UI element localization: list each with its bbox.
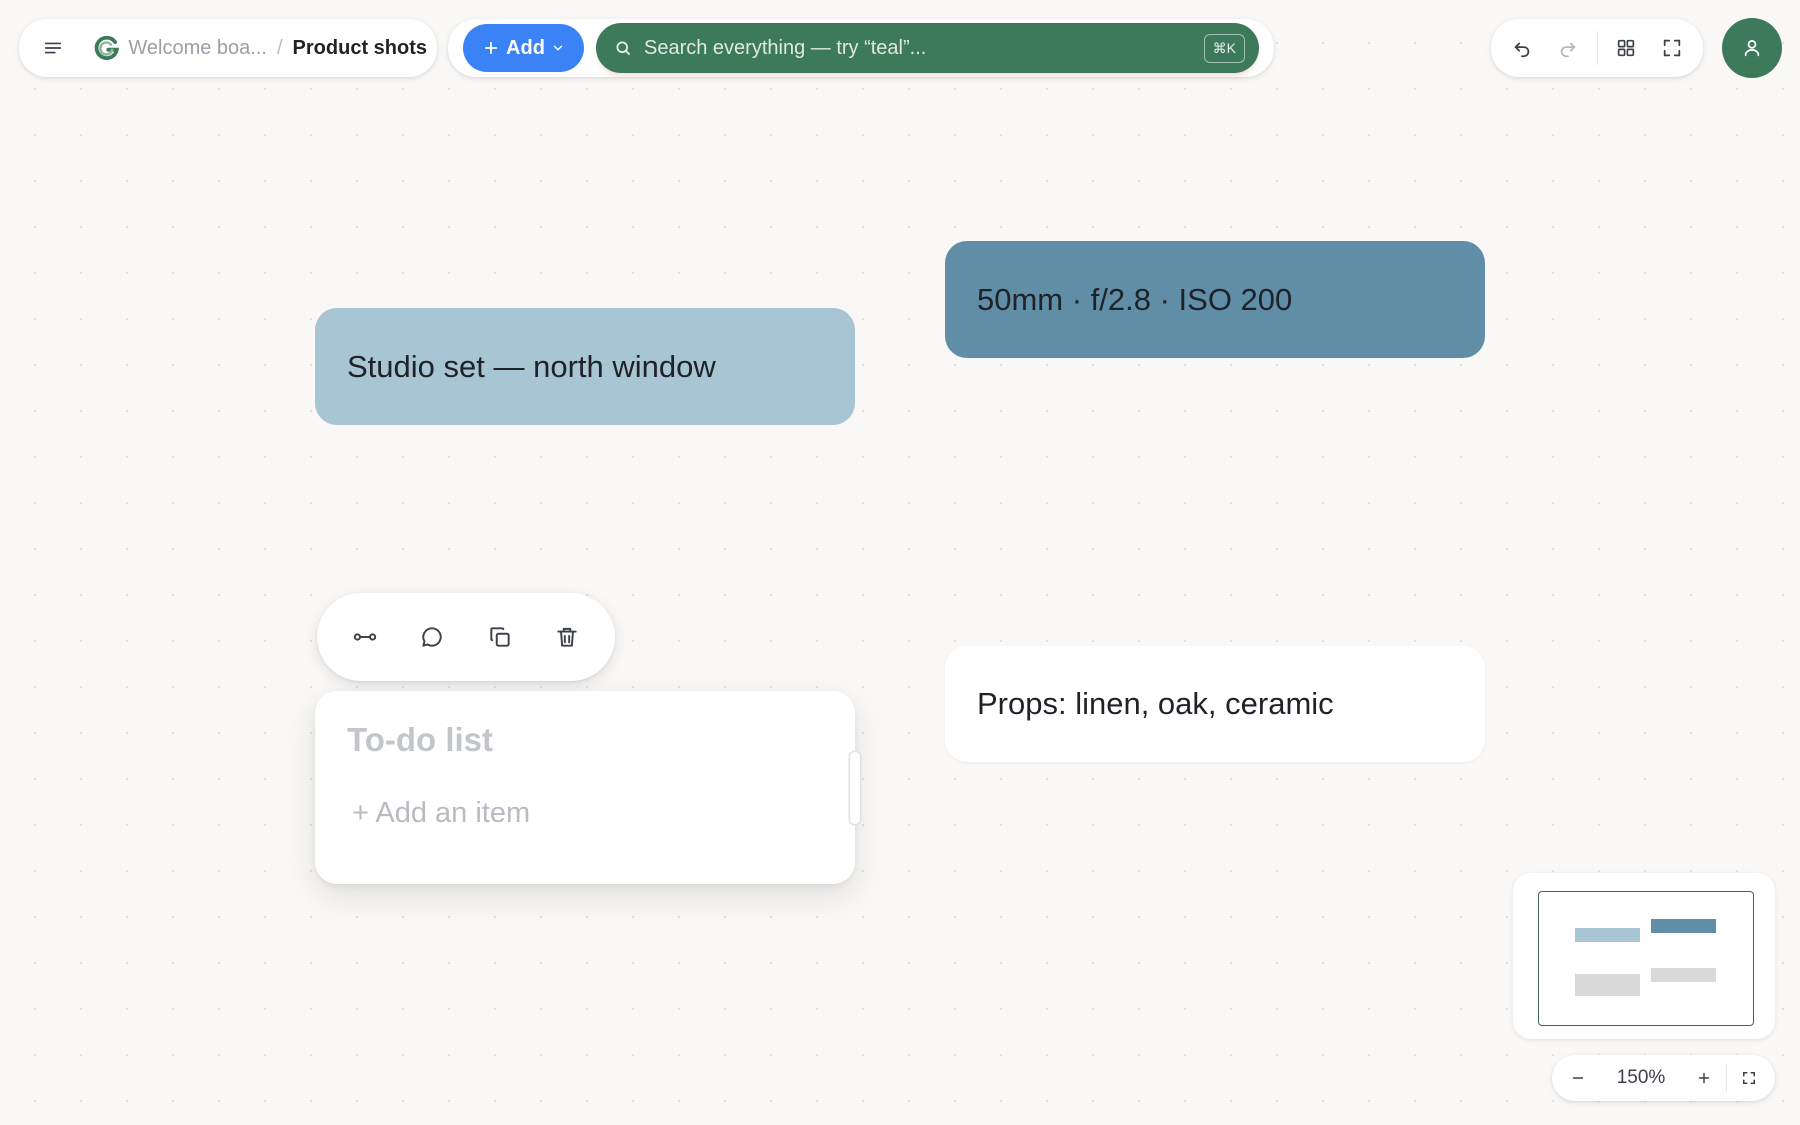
search-shortcut-badge: ⌘K <box>1203 33 1245 63</box>
breadcrumb-separator: / <box>276 36 283 59</box>
add-button[interactable]: Add <box>463 24 584 72</box>
app-logo-icon <box>94 35 120 60</box>
sticky-note-lens[interactable]: 50mm · f/2.8 · ISO 200 <box>945 241 1485 358</box>
sticky-note-text: Props: linen, oak, ceramic <box>977 686 1334 721</box>
add-button-label: Add <box>506 36 545 59</box>
redo-icon[interactable] <box>1549 28 1587 68</box>
history-view-panel <box>1491 19 1703 77</box>
sticky-note-text: Studio set — north window <box>347 348 716 384</box>
sticky-note-props[interactable]: Props: linen, oak, ceramic <box>945 646 1485 762</box>
user-avatar[interactable] <box>1722 18 1782 78</box>
user-icon <box>1744 39 1760 57</box>
chevron-down-icon <box>553 45 563 51</box>
fullscreen-icon[interactable] <box>1653 28 1691 68</box>
plus-icon <box>1698 1072 1710 1084</box>
duplicate-icon[interactable] <box>480 617 520 657</box>
search-icon <box>616 41 630 55</box>
trash-icon[interactable] <box>547 617 587 657</box>
plus-icon <box>484 41 498 55</box>
undo-icon[interactable] <box>1503 28 1541 68</box>
zoom-level[interactable]: 150% <box>1598 1067 1684 1089</box>
minimap-note <box>1651 968 1716 982</box>
breadcrumb-panel: Welcome boa... / Product shots <box>19 19 437 77</box>
context-toolbar <box>317 593 615 681</box>
action-panel: Add ⌘K <box>448 19 1274 77</box>
fit-screen-button[interactable] <box>1729 1058 1769 1098</box>
minimap[interactable] <box>1513 873 1775 1039</box>
grid-icon[interactable] <box>1607 28 1645 68</box>
toolbar-divider <box>1596 31 1598 65</box>
breadcrumb-parent[interactable]: Welcome boa... <box>128 37 267 60</box>
search-input[interactable] <box>644 36 1192 60</box>
minimap-note <box>1575 974 1640 996</box>
sticky-note-text: 50mm · f/2.8 · ISO 200 <box>977 281 1293 317</box>
search-bar[interactable]: ⌘K <box>596 23 1259 73</box>
minus-icon <box>1572 1077 1584 1079</box>
minimap-note <box>1575 928 1640 942</box>
minimap-viewport[interactable] <box>1538 891 1754 1026</box>
minimap-note <box>1651 919 1716 933</box>
connector-icon[interactable] <box>345 617 385 657</box>
zoom-divider <box>1726 1064 1727 1092</box>
sticky-note-studio[interactable]: Studio set — north window <box>315 308 855 425</box>
todo-list-card[interactable]: To-do list + Add an item <box>315 691 855 884</box>
card-resize-handle[interactable] <box>850 752 860 824</box>
zoom-in-button[interactable] <box>1684 1058 1724 1098</box>
hamburger-menu-icon[interactable] <box>35 28 71 68</box>
comment-icon[interactable] <box>412 617 452 657</box>
fit-screen-icon <box>1743 1072 1755 1084</box>
breadcrumb-current[interactable]: Product shots <box>293 37 427 60</box>
zoom-out-button[interactable] <box>1558 1058 1598 1098</box>
zoom-control: 150% <box>1552 1055 1775 1101</box>
add-item-button[interactable]: + Add an item <box>347 797 823 830</box>
todo-list-title[interactable]: To-do list <box>347 721 823 759</box>
